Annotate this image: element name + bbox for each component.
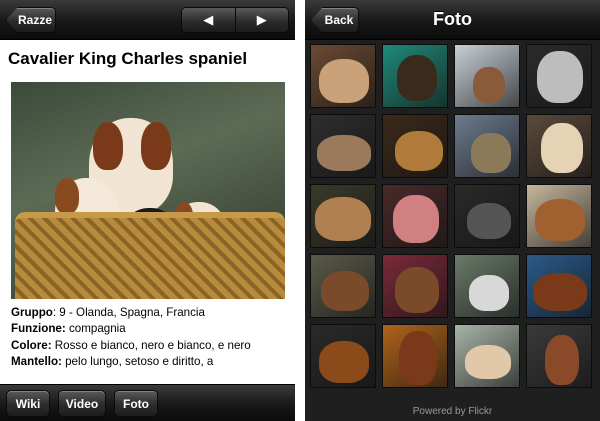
photo-gallery-screen: Back Foto Powered by Flickr [305, 0, 600, 421]
thumb-7[interactable] [454, 114, 520, 178]
right-navbar: Back Foto [305, 0, 600, 40]
foto-button[interactable]: Foto [114, 390, 158, 417]
wiki-button[interactable]: Wiki [6, 390, 50, 417]
dog-shape [473, 67, 505, 103]
info-value: : 9 - Olanda, Spagna, Francia [52, 306, 205, 319]
next-button[interactable]: ▶ [234, 8, 288, 32]
nav-title: Foto [433, 9, 472, 29]
dog-shape [321, 271, 369, 311]
previous-button[interactable]: ◀ [182, 8, 235, 32]
wiki-button-label: Wiki [15, 396, 41, 411]
thumb-11[interactable] [454, 184, 520, 248]
info-row-mantello: Mantello: pelo lungo, setoso e diritto, … [11, 354, 291, 370]
thumb-19[interactable] [454, 324, 520, 388]
dog-shape [317, 135, 371, 171]
thumb-15[interactable] [454, 254, 520, 318]
dog-shape [399, 331, 437, 385]
breed-photo [11, 82, 285, 299]
dog-shape [545, 335, 579, 385]
thumb-2[interactable] [382, 44, 448, 108]
thumb-1[interactable] [310, 44, 376, 108]
info-row-colore: Colore: Rosso e bianco, nero e bianco, e… [11, 338, 291, 354]
thumb-20[interactable] [526, 324, 592, 388]
dog-shape [319, 59, 369, 103]
info-value: Rosso e bianco, nero e bianco, e nero [51, 338, 251, 352]
dog-shape [315, 197, 371, 241]
dog-shape [319, 341, 369, 383]
thumb-13[interactable] [310, 254, 376, 318]
foto-button-label: Foto [123, 396, 149, 411]
left-toolbar: Wiki Video Foto [0, 384, 295, 421]
dog-shape [395, 131, 443, 171]
dog-shape [469, 275, 509, 311]
thumb-12[interactable] [526, 184, 592, 248]
dog-ear-shape [55, 178, 79, 214]
dog-shape [467, 203, 511, 239]
dog-ear-shape [141, 122, 171, 170]
thumb-8[interactable] [526, 114, 592, 178]
dog-shape [393, 195, 439, 243]
prev-next-control: ◀ ▶ [181, 7, 289, 33]
dog-shape [537, 51, 583, 103]
thumb-17[interactable] [310, 324, 376, 388]
dog-shape [533, 273, 587, 311]
info-key: Gruppo [11, 306, 53, 319]
dog-shape [465, 345, 511, 379]
basket-shape [15, 212, 285, 299]
photo-grid [310, 44, 596, 388]
info-value: pelo lungo, setoso e diritto, a [61, 355, 214, 369]
back-button-label: Razze [17, 13, 52, 27]
thumb-10[interactable] [382, 184, 448, 248]
info-row-gruppo: Gruppo: 9 - Olanda, Spagna, Francia [11, 305, 291, 321]
dog-shape [395, 267, 439, 313]
thumb-18[interactable] [382, 324, 448, 388]
thumb-5[interactable] [310, 114, 376, 178]
left-navbar: Razze ◀ ▶ [0, 0, 295, 40]
dog-shape [397, 55, 437, 101]
back-button-razze[interactable]: Razze [6, 7, 56, 33]
breed-info: Gruppo: 9 - Olanda, Spagna, Francia Funz… [11, 305, 291, 371]
thumb-6[interactable] [382, 114, 448, 178]
thumb-16[interactable] [526, 254, 592, 318]
dog-shape [541, 123, 583, 173]
info-value: compagnia [65, 322, 126, 336]
breed-detail-screen: Razze ◀ ▶ Cavalier King Charles spaniel … [0, 0, 295, 421]
thumb-14[interactable] [382, 254, 448, 318]
thumb-3[interactable] [454, 44, 520, 108]
info-row-funzione: Funzione: compagnia [11, 321, 291, 337]
dog-shape [535, 199, 585, 241]
dog-ear-shape [93, 122, 123, 170]
info-key: Funzione: [11, 322, 66, 336]
page-title: Cavalier King Charles spaniel [8, 49, 248, 68]
thumb-9[interactable] [310, 184, 376, 248]
triangle-right-icon: ▶ [256, 12, 267, 27]
info-key: Mantello: [11, 355, 62, 369]
dog-shape [471, 133, 511, 173]
video-button[interactable]: Video [58, 390, 106, 417]
powered-by-footer: Powered by Flickr [412, 406, 493, 417]
thumb-4[interactable] [526, 44, 592, 108]
video-button-label: Video [65, 396, 99, 411]
info-key: Colore: [11, 338, 52, 352]
triangle-left-icon: ◀ [203, 12, 214, 27]
